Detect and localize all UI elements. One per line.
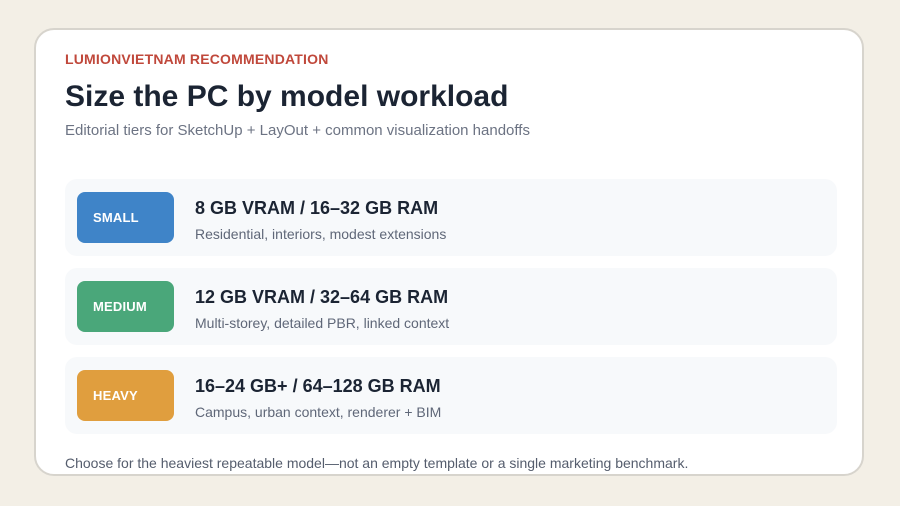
card-subtitle: Editorial tiers for SketchUp + LayOut + … — [65, 122, 530, 139]
tier-badge-medium: MEDIUM — [77, 281, 174, 332]
tier-list: SMALL 8 GB VRAM / 16–32 GB RAM Residenti… — [65, 179, 837, 446]
tier-row-heavy: HEAVY 16–24 GB+ / 64–128 GB RAM Campus, … — [65, 357, 837, 434]
tier-description-small: Residential, interiors, modest extension… — [195, 226, 447, 242]
tier-spec-small: 8 GB VRAM / 16–32 GB RAM — [195, 198, 439, 218]
card-eyebrow: LUMIONVIETNAM RECOMMENDATION — [65, 51, 329, 67]
tier-spec-medium: 12 GB VRAM / 32–64 GB RAM — [195, 287, 449, 307]
tier-description-heavy: Campus, urban context, renderer + BIM — [195, 404, 442, 420]
card-title: Size the PC by model workload — [65, 80, 509, 113]
tier-row-medium: MEDIUM 12 GB VRAM / 32–64 GB RAM Multi-s… — [65, 268, 837, 345]
tier-badge-small: SMALL — [77, 192, 174, 243]
recommendation-card: LUMIONVIETNAM RECOMMENDATION Size the PC… — [34, 28, 864, 476]
tier-badge-heavy: HEAVY — [77, 370, 174, 421]
tier-row-small: SMALL 8 GB VRAM / 16–32 GB RAM Residenti… — [65, 179, 837, 256]
tier-description-medium: Multi-storey, detailed PBR, linked conte… — [195, 315, 450, 331]
tier-spec-heavy: 16–24 GB+ / 64–128 GB RAM — [195, 376, 441, 396]
card-footnote: Choose for the heaviest repeatable model… — [65, 455, 689, 471]
